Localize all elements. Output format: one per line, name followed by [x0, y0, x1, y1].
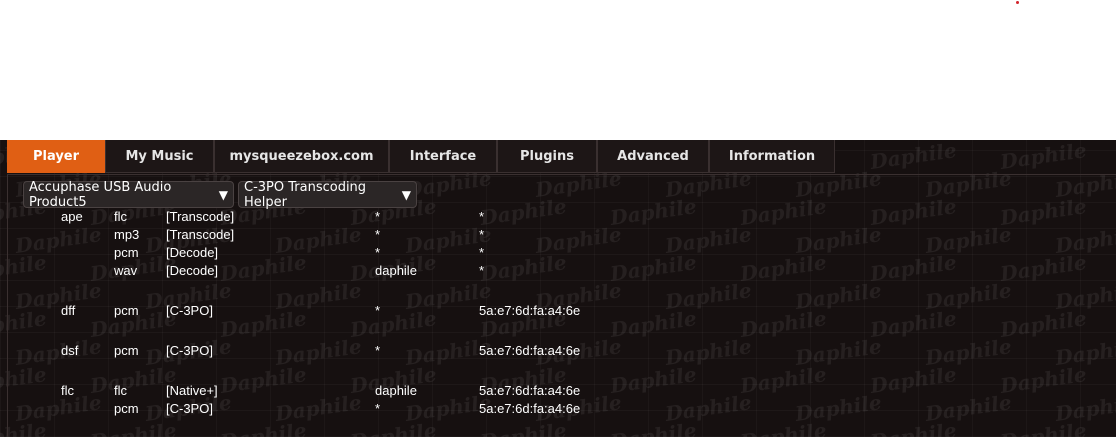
- row-mac: 5a:e7:6d:fa:a4:6e: [479, 343, 581, 358]
- row-mode: [Transcode]: [166, 209, 235, 224]
- row-mode: [C-3PO]: [166, 343, 213, 358]
- row-file-type: flc: [61, 383, 74, 398]
- row-mode: [Native+]: [166, 383, 218, 398]
- row-output-format: pcm: [114, 343, 139, 358]
- plugin-select[interactable]: C-3PO Transcoding Helper ▼: [238, 179, 417, 210]
- plugin-select-value: C-3PO Transcoding Helper: [244, 179, 367, 210]
- row-host: *: [375, 401, 381, 416]
- row-output-format: flc: [114, 209, 127, 224]
- row-output-format: pcm: [114, 401, 139, 416]
- row-host: daphile: [375, 383, 417, 398]
- row-output-format: wav: [114, 263, 138, 278]
- row-file-type: ape: [61, 209, 83, 224]
- red-dot-marker: [1016, 1, 1019, 4]
- row-output-format: flc: [114, 383, 127, 398]
- row-mode: [Transcode]: [166, 227, 235, 242]
- row-host: *: [375, 343, 381, 358]
- row-mode: [Decode]: [166, 245, 219, 260]
- daphile-settings-panel: Daphile Daphile Daphile Daphile Daphile Daphi…: [0, 140, 1116, 437]
- row-output-format: mp3: [114, 227, 140, 242]
- row-host: *: [375, 303, 381, 318]
- row-output-format: pcm: [114, 245, 139, 260]
- chevron-down-icon: ▼: [218, 187, 228, 202]
- row-mode: [C-3PO]: [166, 401, 213, 416]
- player-select[interactable]: Accuphase USB Audio Product5 ▼: [23, 179, 234, 210]
- row-mode: [C-3PO]: [166, 303, 213, 318]
- row-output-format: pcm: [114, 303, 139, 318]
- row-mode: [Decode]: [166, 263, 219, 278]
- row-mac: *: [479, 263, 485, 278]
- chevron-down-icon: ▼: [401, 187, 411, 202]
- row-mac: *: [479, 227, 485, 242]
- row-host: *: [375, 245, 381, 260]
- row-file-type: dff: [61, 303, 76, 318]
- row-host: *: [375, 209, 381, 224]
- page-top-blank: [0, 0, 1116, 140]
- row-mac: 5a:e7:6d:fa:a4:6e: [479, 383, 581, 398]
- row-mac: *: [479, 209, 485, 224]
- row-file-type: dsf: [61, 343, 79, 358]
- row-mac: 5a:e7:6d:fa:a4:6e: [479, 303, 581, 318]
- selector-bar: Accuphase USB Audio Product5 ▼ C-3PO Tra…: [23, 179, 417, 210]
- row-host: *: [375, 227, 381, 242]
- row-host: daphile: [375, 263, 417, 278]
- row-mac: 5a:e7:6d:fa:a4:6e: [479, 401, 581, 416]
- row-mac: *: [479, 245, 485, 260]
- player-select-value: Accuphase USB Audio Product5: [29, 179, 172, 210]
